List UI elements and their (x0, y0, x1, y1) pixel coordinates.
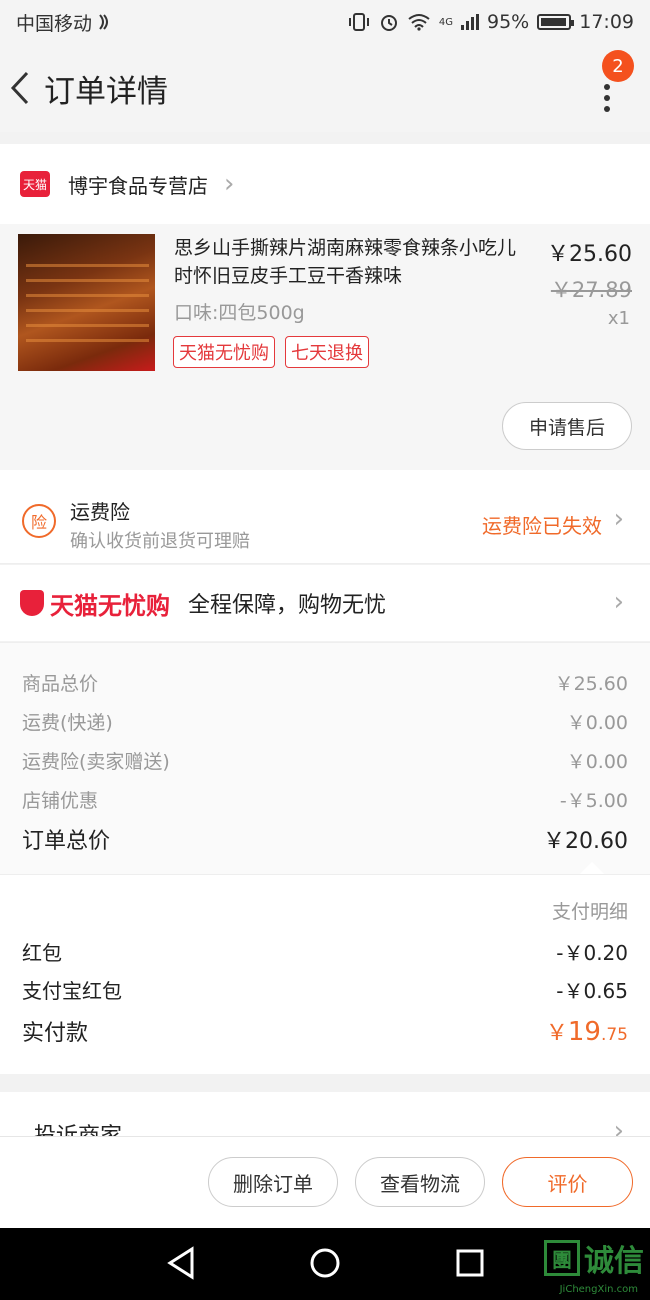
product-image[interactable] (18, 234, 155, 371)
watermark-domain: JiChengXin.com (559, 1284, 638, 1295)
summary-value: ￥25.60 (554, 673, 628, 695)
summary-label: 运费险(卖家赠送) (22, 751, 170, 773)
more-dot-icon (604, 106, 610, 112)
network-type-label: 4G (438, 16, 453, 28)
order-total-value: ￥20.60 (543, 829, 628, 854)
home-circle-icon[interactable] (309, 1246, 341, 1280)
complain-merchant-row[interactable]: 投诉商家 › (0, 1092, 650, 1140)
product-item: 思乡山手撕辣片湖南麻辣零食辣条小吃儿时怀旧豆皮手工豆干香辣味 口味:四包500g… (0, 224, 650, 470)
payment-detail-link[interactable]: 支付明细 (552, 897, 628, 924)
price-summary: 商品总价 ￥25.60 运费(快递) ￥0.00 运费险(卖家赠送) ￥0.00… (0, 642, 650, 874)
summary-row: 运费(快递) ￥0.00 (22, 708, 628, 735)
back-triangle-icon[interactable] (166, 1246, 196, 1280)
payment-label: 红包 (22, 941, 62, 965)
payment-value: -￥0.65 (556, 979, 628, 1003)
payment-detail: 支付明细 红包 -￥0.20 支付宝红包 -￥0.65 实付款 ￥19.75 (0, 874, 650, 1074)
review-button[interactable]: 评价 (502, 1157, 633, 1207)
summary-label: 商品总价 (22, 673, 99, 695)
summary-label: 运费(快递) (22, 712, 113, 734)
guarantee-logo-text: 天猫无忧购 (50, 591, 170, 620)
watermark-box-icon: 團 (544, 1240, 580, 1276)
order-total-label: 订单总价 (22, 829, 111, 854)
paid-amount: ￥19.75 (546, 1015, 628, 1047)
product-tags: 天猫无忧购 七天退换 (173, 336, 369, 368)
shop-name: 博宇食品专营店 (68, 173, 208, 198)
product-spec: 口味:四包500g (174, 302, 305, 324)
chevron-left-icon (10, 71, 29, 105)
tmall-icon: 天猫 (20, 171, 50, 197)
watermark-logo: 團 诚信 (544, 1236, 644, 1280)
summary-row: 店铺优惠 -￥5.00 (22, 786, 628, 813)
guarantee-row[interactable]: 天猫无忧购 全程保障，购物无忧 › (0, 565, 650, 641)
chevron-right-icon: › (224, 169, 235, 199)
carrier-label: 中国移动 (16, 12, 93, 35)
watermark-brand: 诚信 (584, 1244, 644, 1279)
paid-amount-row: 实付款 ￥19.75 (22, 1015, 628, 1047)
notification-badge: 2 (602, 50, 634, 82)
payment-row: 支付宝红包 -￥0.65 (22, 975, 628, 1004)
tag-seven-day-return: 七天退换 (285, 336, 369, 368)
page-title: 订单详情 (44, 73, 168, 110)
insurance-status: 运费险已失效 (482, 514, 602, 538)
paid-currency: ￥ (545, 1021, 568, 1046)
system-nav-bar: 團 诚信 JiChengXin.com (0, 1228, 650, 1300)
chevron-right-icon: › (613, 504, 624, 534)
battery-fill (541, 18, 566, 26)
paid-label: 实付款 (22, 1021, 89, 1046)
more-dot-icon (604, 84, 610, 90)
vibrate-icon (348, 13, 369, 31)
clock: 17:09 (579, 11, 634, 33)
battery-icon (537, 14, 575, 30)
shield-icon (20, 590, 44, 616)
after-sale-button[interactable]: 申请售后 (502, 402, 632, 450)
summary-value: ￥0.00 (566, 712, 628, 734)
tmall-guarantee-logo: 天猫无忧购 (20, 586, 170, 621)
summary-row: 商品总价 ￥25.60 (22, 669, 628, 696)
delete-order-button[interactable]: 删除订单 (208, 1157, 338, 1207)
shipping-insurance-row[interactable]: 险 运费险 确认收货前退货可理赔 运费险已失效 › (0, 470, 650, 564)
status-bar: 中国移动 4G 95% 17:09 (0, 0, 650, 44)
recents-square-icon[interactable] (455, 1246, 485, 1280)
paid-decimal: .75 (600, 1025, 628, 1045)
wifi-icon (408, 14, 430, 31)
back-button[interactable] (0, 44, 40, 132)
summary-value: -￥5.00 (559, 790, 628, 812)
alarm-icon (380, 15, 397, 31)
more-dot-icon (604, 95, 610, 101)
shop-header[interactable]: 天猫 博宇食品专营店 › (0, 144, 650, 224)
insurance-title: 运费险 (70, 500, 130, 524)
payment-label: 支付宝红包 (22, 979, 122, 1003)
product-title[interactable]: 思乡山手撕辣片湖南麻辣零食辣条小吃儿时怀旧豆皮手工豆干香辣味 (174, 234, 526, 290)
signal-icon (461, 14, 479, 30)
paid-integer: 19 (567, 1017, 601, 1047)
payment-value: -￥0.20 (556, 941, 628, 965)
summary-value: ￥0.00 (566, 751, 628, 773)
chevron-right-icon: › (613, 587, 624, 617)
nav-bar: 订单详情 2 (0, 44, 650, 132)
summary-label: 店铺优惠 (22, 790, 99, 812)
insurance-subtitle: 确认收货前退货可理赔 (70, 531, 250, 552)
action-bar: 删除订单 查看物流 评价 (0, 1136, 650, 1228)
product-quantity: x1 (607, 308, 630, 329)
product-price: ￥25.60 (547, 242, 632, 267)
payment-row: 红包 -￥0.20 (22, 937, 628, 966)
product-original-price: ￥27.89 (550, 278, 632, 302)
tag-tmall-worry-free: 天猫无忧购 (173, 336, 275, 368)
caret-up-icon (580, 862, 604, 874)
order-total-row: 订单总价 ￥20.60 (22, 823, 628, 855)
summary-row: 运费险(卖家赠送) ￥0.00 (22, 747, 628, 774)
guarantee-text: 全程保障，购物无忧 (188, 593, 387, 618)
insurance-icon: 险 (22, 504, 56, 538)
nfc-icon (99, 14, 109, 30)
view-logistics-button[interactable]: 查看物流 (355, 1157, 485, 1207)
battery-percent: 95% (487, 11, 530, 33)
